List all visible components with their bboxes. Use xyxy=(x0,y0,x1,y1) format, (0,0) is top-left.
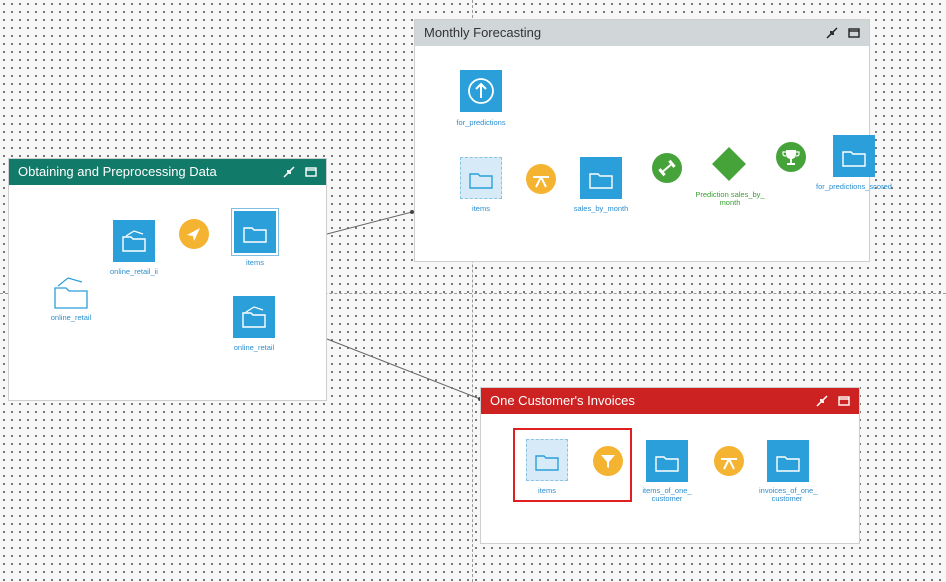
maximize-icon[interactable] xyxy=(304,165,318,179)
zone-preprocessing-header[interactable]: Obtaining and Preprocessing Data xyxy=(9,159,326,185)
zone-invoices-header[interactable]: One Customer's Invoices xyxy=(481,388,859,414)
upload-icon xyxy=(460,70,502,112)
zone-invoices-title: One Customer's Invoices xyxy=(490,393,635,408)
maximize-icon[interactable] xyxy=(837,394,851,408)
dataset-label: online_retail xyxy=(233,343,275,352)
folder-icon xyxy=(233,296,275,338)
split-icon xyxy=(714,446,744,476)
zone-forecasting-header[interactable]: Monthly Forecasting xyxy=(415,20,869,46)
minimize-icon[interactable] xyxy=(282,165,296,179)
zone-forecasting[interactable]: Monthly Forecasting xyxy=(414,19,870,262)
trophy-icon xyxy=(776,142,806,172)
dataset-label: sales_by_month xyxy=(573,204,629,213)
dataset-label-line2: customer xyxy=(651,494,683,503)
folder-icon xyxy=(234,211,276,253)
arrow-icon xyxy=(179,219,209,249)
folder-icon xyxy=(460,157,502,199)
dataset-label: for_predictions xyxy=(456,118,506,127)
maximize-icon[interactable] xyxy=(847,26,861,40)
split-icon xyxy=(526,164,556,194)
minimize-icon[interactable] xyxy=(825,26,839,40)
dataset-label: items xyxy=(472,204,490,213)
folder-icon xyxy=(580,157,622,199)
folder-icon xyxy=(767,440,809,482)
model-label-line2: month xyxy=(719,198,741,207)
folder-icon xyxy=(833,135,875,177)
dataset-label: items xyxy=(246,258,264,267)
dataset-label-line2: customer xyxy=(771,494,803,503)
minimize-icon[interactable] xyxy=(815,394,829,408)
dumbbell-icon xyxy=(652,153,682,183)
dataset-label: online_retail xyxy=(50,313,92,322)
folder-icon xyxy=(113,220,155,262)
zone-preprocessing-title: Obtaining and Preprocessing Data xyxy=(18,164,217,179)
zone-forecasting-title: Monthly Forecasting xyxy=(424,25,542,40)
dataset-label: online_retail_ii xyxy=(110,267,158,276)
dataset-label: for_predictions_scored xyxy=(816,182,892,191)
selection-highlight-box xyxy=(513,428,632,502)
folder-icon xyxy=(52,276,90,310)
folder-icon xyxy=(646,440,688,482)
